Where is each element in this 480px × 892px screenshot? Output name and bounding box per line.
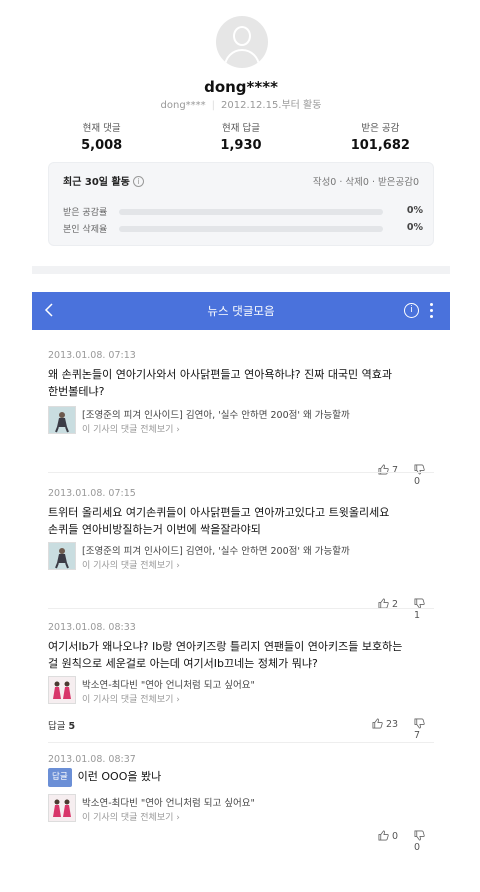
recent-activity-box: 최근 30일 활동 i 작성0 · 삭제0 · 받은공감0 받은 공감률 0% 본… bbox=[48, 162, 434, 246]
activity-row-label: 본인 삭제율 bbox=[63, 225, 108, 235]
stat-likes-received: 받은 공감 101,682 bbox=[311, 120, 450, 153]
progress-bar bbox=[119, 209, 383, 215]
thumbs-up-icon bbox=[378, 464, 389, 475]
thumbs-down-icon bbox=[414, 830, 425, 841]
comment-date: 2013.01.08. 07:13 bbox=[48, 350, 136, 361]
comment-text[interactable]: 트위터 올리세요 여기손퀴들이 아사닭편들고 연아까고있다고 트윗올리세요 손퀴… bbox=[48, 504, 434, 538]
dislike-button[interactable]: 0 bbox=[414, 830, 434, 853]
activity-row-percent: 0% bbox=[406, 222, 423, 233]
article-link-block[interactable]: 박소연-최다빈 "연아 언니처럼 되고 싶어요" 이 기사의 댓글 전체보기 › bbox=[48, 676, 434, 706]
article-title[interactable]: [조영준의 피겨 인사이드] 김연아, '실수 안하면 200점' 왜 가능할까 bbox=[82, 407, 350, 421]
stat-replies: 현재 답글 1,930 bbox=[171, 120, 310, 153]
profile-card: dong**** dong**** | 2012.12.15.부터 활동 현재 댓글… bbox=[32, 0, 450, 266]
comment-item: 2013.01.08. 08:33 여기서Ib가 왜나오냐? Ib랑 연아키즈랑… bbox=[48, 622, 434, 752]
thumbs-up-icon bbox=[378, 830, 389, 841]
comment-list: 2013.01.08. 07:13 왜 손퀴논들이 연아기사와서 아사닭편들고 … bbox=[32, 330, 450, 892]
activity-row-label: 받은 공감률 bbox=[63, 208, 108, 218]
comment-text[interactable]: 답글 이런 OOO을 봤나 bbox=[48, 768, 434, 787]
profile-nickname: dong**** bbox=[204, 78, 278, 96]
profile-subline: dong**** | 2012.12.15.부터 활동 bbox=[160, 100, 322, 111]
comment-footer: 7 0 bbox=[48, 464, 434, 487]
article-link-block[interactable]: [조영준의 피겨 인사이드] 김연아, '실수 안하면 200점' 왜 가능할까… bbox=[48, 406, 434, 436]
view-all-comments-link[interactable]: 이 기사의 댓글 전체보기 › bbox=[82, 558, 180, 571]
profile-id: dong**** bbox=[160, 100, 206, 111]
view-all-comments-link[interactable]: 이 기사의 댓글 전체보기 › bbox=[82, 810, 180, 823]
info-icon[interactable]: i bbox=[404, 303, 419, 318]
stat-comments: 현재 댓글 5,008 bbox=[32, 120, 171, 153]
stat-label: 받은 공감 bbox=[361, 123, 400, 134]
like-button[interactable]: 23 bbox=[372, 718, 398, 730]
comment-separator bbox=[48, 742, 434, 743]
comment-date: 2013.01.08. 08:33 bbox=[48, 622, 136, 633]
profile-since: 2012.12.15.부터 활동 bbox=[221, 100, 322, 111]
progress-bar bbox=[119, 226, 383, 232]
thumbs-down-icon bbox=[414, 464, 425, 475]
activity-row-delete-rate: 본인 삭제율 0% bbox=[63, 222, 423, 236]
comment-text[interactable]: 왜 손퀴논들이 연아기사와서 아사닭편들고 연아욕하냐? 진짜 대국민 역효과 … bbox=[48, 366, 434, 400]
comment-footer: 0 0 bbox=[48, 830, 434, 853]
comment-item: 2013.01.08. 07:13 왜 손퀴논들이 연아기사와서 아사닭편들고 … bbox=[48, 350, 434, 487]
comment-separator bbox=[48, 608, 434, 609]
info-icon[interactable]: i bbox=[132, 176, 144, 187]
article-title[interactable]: 박소연-최다빈 "연아 언니처럼 되고 싶어요" bbox=[82, 677, 255, 691]
stat-label: 현재 답글 bbox=[222, 123, 260, 134]
comment-date: 2013.01.08. 08:37 bbox=[48, 754, 136, 765]
activity-row-like-rate: 받은 공감률 0% bbox=[63, 205, 423, 219]
article-thumbnail bbox=[48, 406, 76, 434]
comment-text[interactable]: 여기서Ib가 왜나오냐? Ib랑 연아키즈랑 틀리지 연팬들이 연아키즈들 보호… bbox=[48, 638, 434, 672]
stat-value: 5,008 bbox=[81, 138, 123, 153]
activity-counts: 작성0 · 삭제0 · 받은공감0 bbox=[312, 177, 419, 188]
comment-date: 2013.01.08. 07:15 bbox=[48, 488, 136, 499]
comment-separator bbox=[48, 472, 434, 473]
activity-title: 최근 30일 활동 i bbox=[63, 173, 144, 188]
article-link-block[interactable]: 박소연-최다빈 "연아 언니처럼 되고 싶어요" 이 기사의 댓글 전체보기 › bbox=[48, 794, 434, 824]
like-button[interactable]: 7 bbox=[378, 464, 398, 476]
dislike-button[interactable]: 7 bbox=[414, 718, 434, 741]
comment-item: 2013.01.08. 08:37 답글 이런 OOO을 봤나 박소연-최다빈 "… bbox=[48, 754, 434, 874]
profile-stats: 현재 댓글 5,008 현재 답글 1,930 받은 공감 101,682 bbox=[32, 120, 450, 153]
section-divider bbox=[32, 266, 450, 274]
dislike-button[interactable]: 0 bbox=[414, 464, 434, 487]
stat-value: 1,930 bbox=[220, 138, 262, 153]
comment-footer: 2 1 bbox=[48, 598, 434, 621]
article-thumbnail bbox=[48, 542, 76, 570]
article-title[interactable]: 박소연-최다빈 "연아 언니처럼 되고 싶어요" bbox=[82, 795, 255, 809]
reply-badge: 답글 bbox=[48, 768, 72, 787]
activity-row-percent: 0% bbox=[406, 205, 423, 216]
stat-value: 101,682 bbox=[350, 138, 410, 153]
article-thumbnail bbox=[48, 794, 76, 822]
news-comments-header: 뉴스 댓글모음 i bbox=[32, 292, 450, 330]
replies-toggle[interactable]: 답글 5 bbox=[48, 718, 75, 732]
comment-item: 2013.01.08. 07:15 트위터 올리세요 여기손퀴들이 아사닭편들고… bbox=[48, 488, 434, 621]
view-all-comments-link[interactable]: 이 기사의 댓글 전체보기 › bbox=[82, 692, 180, 705]
dislike-button[interactable]: 1 bbox=[414, 598, 434, 621]
avatar-placeholder-icon bbox=[233, 26, 251, 46]
article-thumbnail bbox=[48, 676, 76, 704]
article-title[interactable]: [조영준의 피겨 인사이드] 김연아, '실수 안하면 200점' 왜 가능할까 bbox=[82, 543, 350, 557]
thumbs-up-icon bbox=[372, 718, 383, 729]
comment-footer: 답글 5 23 7 bbox=[48, 718, 434, 741]
article-link-block[interactable]: [조영준의 피겨 인사이드] 김연아, '실수 안하면 200점' 왜 가능할까… bbox=[48, 542, 434, 572]
stat-label: 현재 댓글 bbox=[82, 123, 121, 134]
thumbs-down-icon bbox=[414, 718, 425, 729]
header-title: 뉴스 댓글모음 bbox=[207, 304, 275, 318]
like-button[interactable]: 0 bbox=[378, 830, 398, 842]
avatar[interactable] bbox=[216, 16, 268, 68]
more-menu-icon[interactable] bbox=[430, 303, 434, 319]
view-all-comments-link[interactable]: 이 기사의 댓글 전체보기 › bbox=[82, 422, 180, 435]
